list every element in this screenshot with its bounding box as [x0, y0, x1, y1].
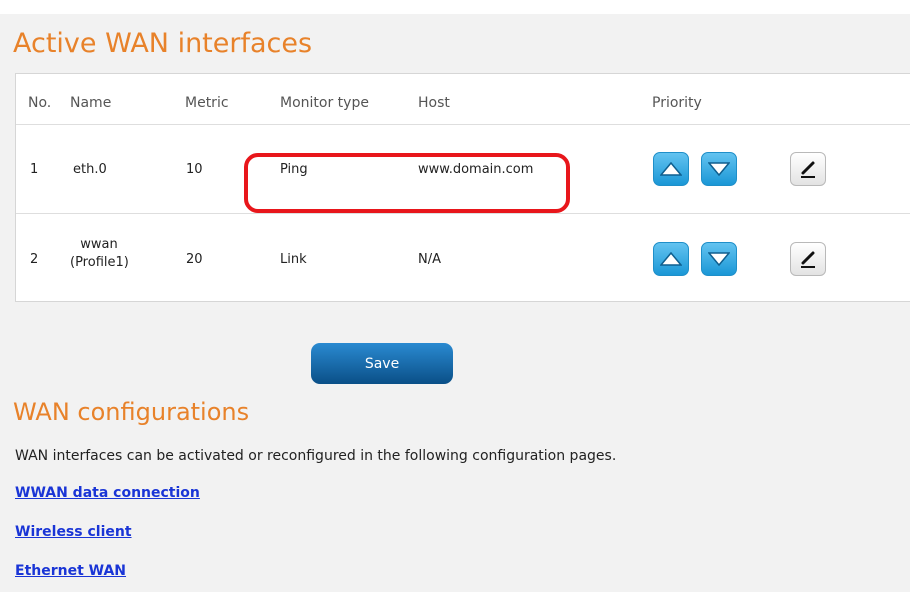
- priority-down-button[interactable]: [701, 242, 737, 276]
- header-metric: Metric: [185, 95, 229, 111]
- edit-button[interactable]: [790, 242, 826, 276]
- row-divider: [16, 213, 910, 214]
- save-button[interactable]: Save: [311, 343, 453, 384]
- content-panel: Active WAN interfaces No. Name Metric Mo…: [0, 14, 910, 592]
- row-no: 1: [30, 162, 39, 177]
- pencil-icon: [801, 251, 815, 268]
- priority-up-button[interactable]: [653, 242, 689, 276]
- row-name-line1: wwan: [80, 237, 118, 252]
- row-no: 2: [30, 252, 39, 267]
- active-wan-title: Active WAN interfaces: [13, 28, 313, 59]
- row-name-line2: (Profile1): [70, 255, 129, 270]
- header-priority: Priority: [652, 95, 702, 111]
- wan-configurations-title: WAN configurations: [13, 398, 250, 426]
- priority-down-button[interactable]: [701, 152, 737, 186]
- header-no: No.: [28, 95, 52, 111]
- wwan-data-connection-link[interactable]: WWAN data connection: [15, 485, 200, 501]
- row-name: eth.0: [73, 162, 107, 177]
- config-description: WAN interfaces can be activated or recon…: [15, 448, 617, 464]
- row-metric: 20: [186, 252, 203, 267]
- row-monitor-type: Link: [280, 252, 307, 267]
- header-host: Host: [418, 95, 450, 111]
- row-metric: 10: [186, 162, 203, 177]
- ethernet-wan-link[interactable]: Ethernet WAN: [15, 563, 126, 579]
- edit-button[interactable]: [790, 152, 826, 186]
- arrow-down-icon: [708, 162, 730, 176]
- arrow-down-icon: [708, 252, 730, 266]
- pencil-icon: [801, 161, 815, 178]
- header-name: Name: [70, 95, 112, 111]
- row-host: N/A: [418, 252, 441, 267]
- wireless-client-link[interactable]: Wireless client: [15, 524, 132, 540]
- highlight-annotation: [244, 153, 570, 213]
- header-divider: [16, 124, 910, 125]
- priority-up-button[interactable]: [653, 152, 689, 186]
- arrow-up-icon: [660, 252, 682, 266]
- header-monitor-type: Monitor type: [280, 95, 369, 111]
- arrow-up-icon: [660, 162, 682, 176]
